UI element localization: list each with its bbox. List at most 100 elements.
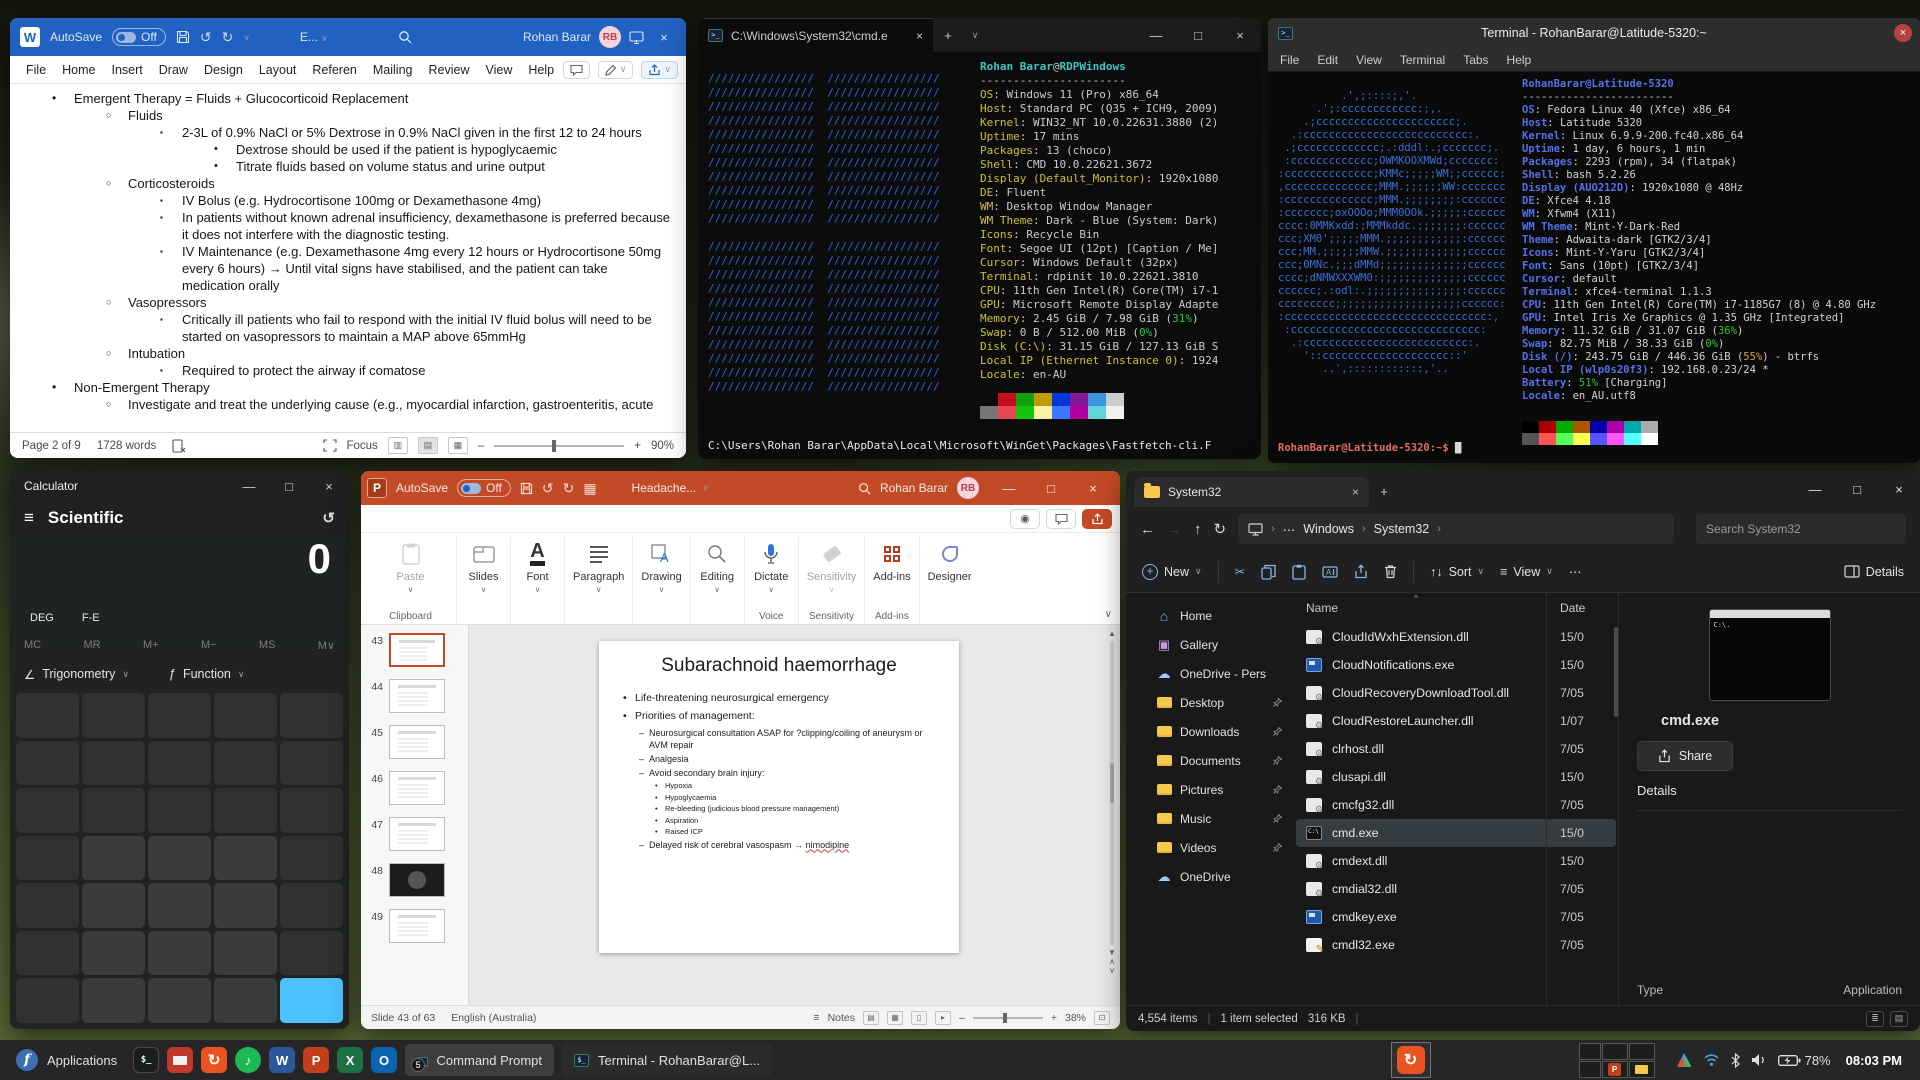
zoom-slider[interactable] — [972, 1012, 1043, 1023]
avatar[interactable]: RB — [599, 26, 621, 48]
sidebar-item[interactable]: Gallery — [1132, 630, 1288, 659]
search-icon[interactable] — [858, 482, 871, 495]
rename-button[interactable]: A — [1322, 565, 1338, 579]
bluetooth-icon[interactable] — [1731, 1052, 1740, 1068]
reading-view-icon[interactable]: ▯ — [911, 1010, 927, 1025]
calculator-key[interactable] — [214, 978, 277, 1023]
word-menu-item[interactable]: Help — [520, 59, 562, 81]
sidebar-item[interactable]: OneDrive — [1132, 862, 1288, 891]
undo-icon[interactable]: ↺ — [200, 29, 212, 46]
memory-button[interactable]: M− — [201, 639, 217, 651]
slide-thumbnail-panel[interactable]: 43 44 45 46 47 48 49 — [361, 625, 469, 1005]
files-launcher-icon[interactable] — [167, 1047, 194, 1073]
paste-icon[interactable] — [401, 539, 420, 569]
minimize-button[interactable]: — — [1135, 18, 1177, 52]
file-row[interactable]: cmdkey.exe 7/05 — [1296, 903, 1616, 931]
sidebar-item[interactable]: Music — [1132, 804, 1288, 833]
clock[interactable]: 08:03 PM — [1846, 1053, 1902, 1068]
volume-icon[interactable] — [1751, 1053, 1767, 1067]
word-menu-item[interactable]: Mailing — [365, 59, 421, 81]
list-view-toggle-icon[interactable]: ≣ — [1866, 1010, 1884, 1027]
previous-slide-icon[interactable]: ∧ — [1109, 957, 1115, 966]
search-box[interactable] — [1696, 514, 1906, 544]
details-view-toggle-icon[interactable]: ▤ — [1890, 1010, 1908, 1027]
terminal-menu-item[interactable]: Edit — [1317, 53, 1338, 67]
zoom-level[interactable]: 38% — [1065, 1012, 1086, 1024]
calculator-key[interactable] — [82, 978, 145, 1023]
slides-group[interactable]: Slides ∨ — [457, 537, 511, 624]
minimize-button[interactable]: — — [1794, 471, 1836, 507]
memory-button[interactable]: M∨ — [318, 639, 335, 652]
word-menu-item[interactable]: Referen — [304, 59, 364, 81]
language-indicator[interactable]: English (Australia) — [451, 1012, 536, 1024]
spotify-launcher-icon[interactable]: ♪ — [235, 1047, 262, 1073]
powerpoint-menu-item[interactable] — [545, 515, 561, 523]
slide-editing-area[interactable]: Subarachnoid haemorrhage • Life-threaten… — [469, 625, 1120, 1005]
calculator-key[interactable] — [148, 835, 211, 881]
word-menu-item[interactable]: File — [18, 59, 54, 81]
calculator-key[interactable] — [148, 930, 211, 976]
minimize-button[interactable]: — — [988, 481, 1030, 496]
search-icon[interactable] — [398, 30, 412, 44]
terminal-output[interactable]: .',;::::;,'. .';:cccccccccccc:;,. .;cccc… — [1268, 72, 1920, 463]
undo-icon[interactable]: ↺ — [542, 480, 554, 497]
redo-icon[interactable]: ↻ — [563, 480, 575, 497]
calculator-key[interactable] — [280, 930, 343, 976]
share-button[interactable] — [1082, 508, 1112, 529]
slide-sorter-icon[interactable]: ▦ — [887, 1010, 903, 1025]
breadcrumb-overflow-icon[interactable]: ⋯ — [1283, 522, 1296, 537]
more-options-button[interactable]: ⋯ — [1569, 564, 1582, 579]
notes-button[interactable]: Notes — [828, 1012, 855, 1024]
calculator-key[interactable] — [16, 693, 79, 738]
powerpoint-menu-item[interactable] — [497, 515, 513, 523]
calculator-key[interactable] — [82, 740, 145, 786]
editing-mode-button[interactable]: ∨ — [597, 60, 634, 79]
calculator-key[interactable] — [16, 978, 79, 1023]
slide-thumbnail[interactable]: 44 — [361, 679, 466, 713]
powerpoint-menu-item[interactable] — [449, 515, 465, 523]
calculator-key[interactable] — [82, 788, 145, 833]
word-launcher-icon[interactable]: W — [269, 1047, 296, 1073]
word-count[interactable]: 1728 words — [97, 440, 156, 452]
calculator-key[interactable] — [16, 788, 79, 833]
file-row[interactable]: cmd.exe 15/0 — [1296, 819, 1616, 847]
calculator-key[interactable] — [280, 978, 343, 1023]
designer-group[interactable]: Designer — [920, 537, 980, 624]
addins-group[interactable]: Add-ins Add-ins — [865, 537, 920, 624]
drawing-group[interactable]: A Drawing ∨ — [633, 537, 691, 624]
slide-thumbnail[interactable]: 43 — [361, 633, 466, 667]
paste-button[interactable] — [1292, 564, 1306, 580]
breadcrumb-item-windows[interactable]: Windows — [1303, 522, 1354, 536]
fit-slide-icon[interactable]: ⊡ — [1094, 1010, 1110, 1025]
slide-thumbnail[interactable]: 45 — [361, 725, 466, 759]
web-layout-icon[interactable]: ▦ — [447, 437, 468, 454]
back-button[interactable]: ← — [1140, 521, 1155, 538]
terminal-menu-item[interactable]: Tabs — [1463, 53, 1488, 67]
function-dropdown[interactable]: ƒ Function ∨ — [169, 667, 245, 681]
file-row[interactable]: CloudRestoreLauncher.dll 1/07 — [1296, 707, 1616, 735]
autosave-toggle[interactable]: Off — [112, 28, 166, 46]
window-preview-grid[interactable]: P — [1578, 1042, 1655, 1078]
focus-icon[interactable] — [322, 439, 337, 452]
quick-access-chevron-icon[interactable]: ∨ — [243, 32, 250, 43]
word-menu-item[interactable]: Review — [420, 59, 477, 81]
file-row[interactable]: CloudRecoveryDownloadTool.dll 7/05 — [1296, 679, 1616, 707]
word-menu-item[interactable]: Insert — [104, 59, 151, 81]
share-file-button[interactable]: Share — [1637, 741, 1733, 771]
memory-button[interactable]: MC — [24, 639, 41, 651]
autosave-toggle[interactable]: Off — [457, 479, 511, 497]
calculator-key[interactable] — [280, 693, 343, 738]
cut-button[interactable]: ✂ — [1235, 564, 1245, 579]
calculator-key[interactable] — [148, 978, 211, 1023]
tab-dropdown-icon[interactable]: ∨ — [963, 18, 987, 52]
slide-layout-icon[interactable]: ▦ — [583, 480, 596, 497]
calculator-key[interactable] — [148, 740, 211, 786]
applications-menu[interactable]: f Applications — [8, 1043, 125, 1077]
tab-close-icon[interactable]: × — [1352, 485, 1359, 499]
word-menu-item[interactable]: Draw — [151, 59, 196, 81]
print-layout-icon[interactable]: ▤ — [417, 437, 438, 454]
calculator-key[interactable] — [214, 883, 277, 928]
up-button[interactable]: ↑ — [1194, 521, 1202, 538]
zoom-out-button[interactable]: – — [959, 1012, 965, 1024]
outlook-launcher-icon[interactable]: O — [371, 1047, 398, 1073]
